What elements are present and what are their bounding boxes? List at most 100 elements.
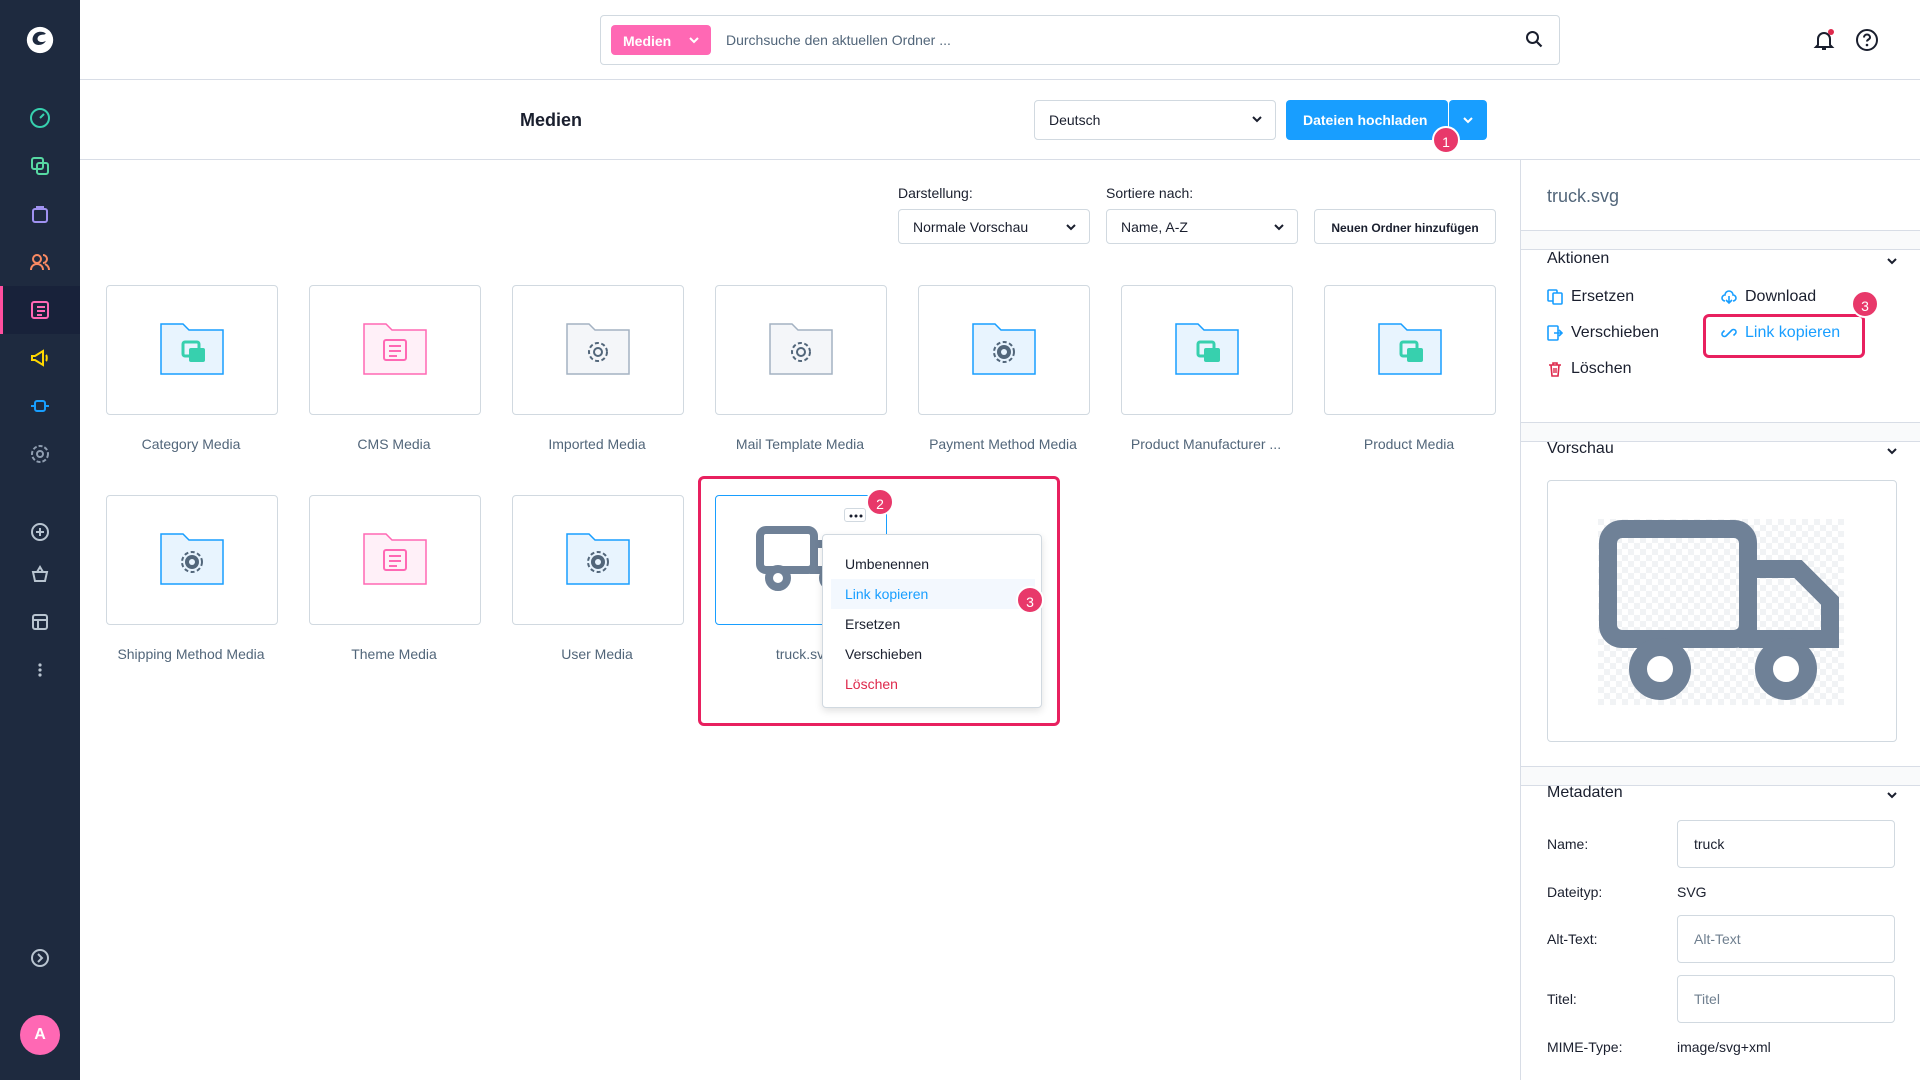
dashboard-icon[interactable] — [26, 104, 54, 132]
folder-label: Category Media — [141, 436, 241, 452]
language-select-value: Deutsch — [1049, 112, 1101, 128]
folder-tile[interactable] — [1324, 285, 1496, 415]
product-folder-icon — [160, 323, 224, 375]
folder-tile[interactable] — [106, 285, 278, 415]
folder-tile[interactable] — [512, 285, 684, 415]
admin-sidebar: A — [0, 0, 80, 1080]
folder-label: User Media — [561, 646, 633, 662]
chevron-down-icon[interactable] — [1886, 790, 1898, 800]
action-move[interactable]: Verschieben — [1547, 324, 1659, 342]
product-folder-icon — [1378, 323, 1442, 375]
annotation-badge-1: 1 — [1432, 126, 1460, 154]
truck-preview-image — [1598, 519, 1844, 705]
preview-box — [1547, 480, 1897, 742]
section-divider — [1521, 422, 1920, 442]
cms-folder-icon — [363, 533, 427, 585]
basket-icon[interactable] — [26, 560, 54, 588]
folder-label: Product Manufacturer ... — [1130, 436, 1282, 452]
settings-folder-icon — [160, 533, 224, 585]
display-mode-select[interactable]: Normale Vorschau — [898, 209, 1090, 244]
global-search[interactable]: Medien Durchsuche den aktuellen Ordner .… — [600, 15, 1560, 65]
folder-tile[interactable] — [715, 285, 887, 415]
action-replace[interactable]: Ersetzen — [1547, 288, 1634, 306]
folder-label: Imported Media — [548, 436, 646, 452]
user-avatar[interactable]: A — [20, 1015, 60, 1055]
replace-icon — [1547, 289, 1563, 305]
action-download-label: Download — [1745, 288, 1817, 305]
upload-files-button[interactable]: Dateien hochladen — [1286, 100, 1448, 140]
expand-sidebar-icon[interactable] — [26, 944, 54, 972]
chevron-down-icon — [689, 37, 699, 44]
marketing-icon[interactable] — [26, 344, 54, 372]
meta-type-value: SVG — [1677, 884, 1707, 900]
cms-folder-icon — [363, 323, 427, 375]
language-select[interactable]: Deutsch — [1034, 100, 1276, 140]
meta-name-label: Name: — [1547, 836, 1589, 852]
actions-heading[interactable]: Aktionen — [1547, 250, 1609, 268]
action-replace-label: Ersetzen — [1571, 288, 1635, 305]
add-icon[interactable] — [26, 518, 54, 546]
search-scope-label: Medien — [623, 33, 672, 49]
chevron-down-icon — [1463, 117, 1473, 124]
cloud-download-icon — [1721, 290, 1737, 305]
meta-mime-value: image/svg+xml — [1677, 1039, 1771, 1055]
page-title: Medien — [520, 110, 583, 130]
meta-alt-input[interactable]: Alt-Text — [1677, 915, 1895, 963]
meta-mime-label: MIME-Type: — [1547, 1039, 1623, 1055]
product-folder-icon — [1175, 323, 1239, 375]
folder-label: Shipping Method Media — [117, 646, 265, 662]
action-download[interactable]: Download — [1721, 288, 1816, 306]
section-divider — [1521, 230, 1920, 250]
store-icon[interactable] — [26, 608, 54, 636]
display-mode-value: Normale Vorschau — [913, 219, 1029, 235]
selected-file-name: truck.svg — [1547, 186, 1620, 206]
media-sidebar: truck.svg Aktionen Ersetzen Download Ver… — [1520, 160, 1920, 1080]
folder-tile[interactable] — [512, 495, 684, 625]
search-icon[interactable] — [1525, 30, 1543, 48]
settings-icon[interactable] — [26, 440, 54, 468]
folder-tile[interactable] — [1121, 285, 1293, 415]
action-delete-label: Löschen — [1571, 360, 1632, 377]
folder-tile[interactable] — [918, 285, 1090, 415]
settings-folder-icon — [566, 533, 630, 585]
display-mode-label: Darstellung: — [898, 185, 973, 201]
folder-label: CMS Media — [357, 436, 431, 452]
meta-title-input[interactable]: Titel — [1677, 975, 1895, 1023]
extensions-icon[interactable] — [26, 392, 54, 420]
meta-type-label: Dateityp: — [1547, 884, 1603, 900]
chevron-down-icon[interactable] — [1886, 256, 1898, 266]
chevron-down-icon — [1066, 224, 1076, 231]
folder-tile[interactable] — [106, 495, 278, 625]
customers-icon[interactable] — [26, 248, 54, 276]
settings-folder-icon — [566, 323, 630, 375]
new-folder-button[interactable]: Neuen Ordner hinzufügen — [1314, 209, 1496, 244]
content-icon[interactable] — [26, 296, 54, 324]
shopware-logo-icon[interactable] — [26, 26, 54, 54]
folder-label: Product Media — [1363, 436, 1455, 452]
more-icon[interactable] — [26, 656, 54, 684]
chevron-down-icon — [1252, 116, 1262, 123]
action-delete[interactable]: Löschen — [1547, 360, 1632, 378]
action-move-label: Verschieben — [1571, 324, 1660, 341]
sort-label: Sortiere nach: — [1106, 185, 1194, 201]
preview-heading[interactable]: Vorschau — [1547, 440, 1614, 458]
help-icon[interactable] — [1855, 28, 1879, 57]
chevron-down-icon — [1274, 224, 1284, 231]
top-bar: Medien Durchsuche den aktuellen Ordner .… — [80, 0, 1920, 80]
sort-select[interactable]: Name, A-Z — [1106, 209, 1298, 244]
folder-label: Mail Template Media — [735, 436, 865, 452]
folder-tile[interactable] — [309, 495, 481, 625]
meta-name-input[interactable]: truck — [1677, 820, 1895, 868]
folder-label: Theme Media — [351, 646, 437, 662]
move-icon — [1547, 325, 1563, 341]
annotation-highlight-copy-link — [1703, 314, 1865, 358]
search-scope-pill[interactable]: Medien — [611, 25, 711, 55]
orders-icon[interactable] — [26, 200, 54, 228]
notification-bell-icon[interactable] — [1812, 28, 1836, 57]
page-header: Medien Deutsch Dateien hochladen — [80, 80, 1920, 160]
metadata-heading[interactable]: Metadaten — [1547, 784, 1623, 802]
search-placeholder[interactable]: Durchsuche den aktuellen Ordner ... — [726, 32, 951, 48]
chevron-down-icon[interactable] — [1886, 446, 1898, 456]
catalogue-icon[interactable] — [26, 152, 54, 180]
folder-tile[interactable] — [309, 285, 481, 415]
